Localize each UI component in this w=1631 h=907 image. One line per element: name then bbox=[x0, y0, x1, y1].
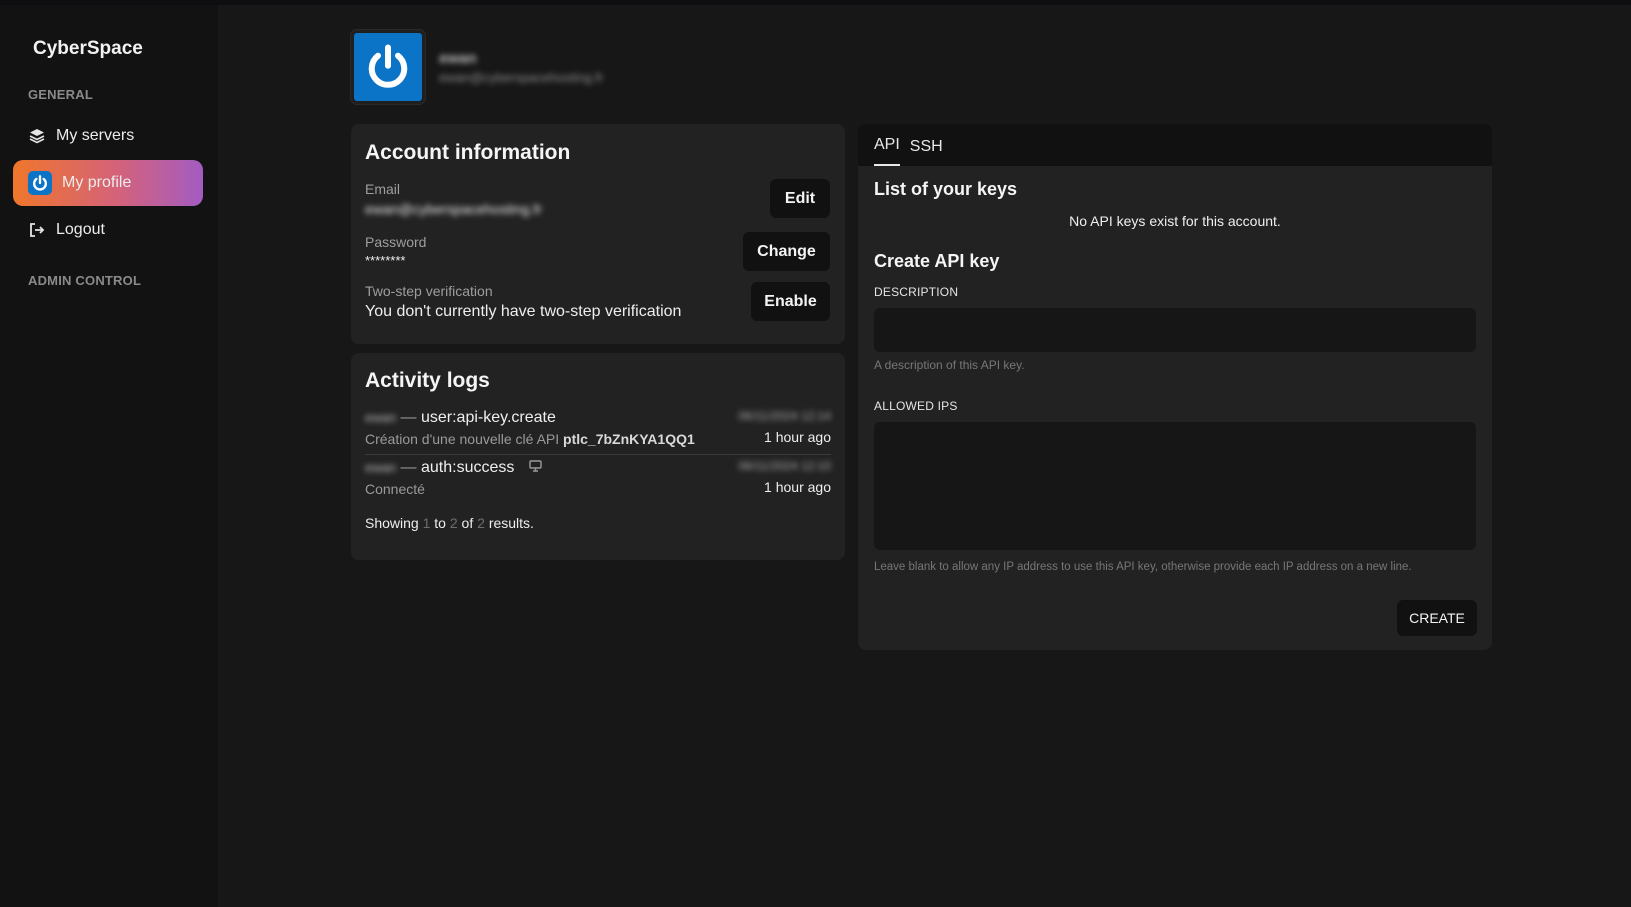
profile-name: ewan bbox=[439, 49, 477, 67]
activity-log-row: ewan — user:api-key.create Création d'un… bbox=[365, 409, 831, 455]
sidebar: CyberSpace GENERAL My servers My profile… bbox=[0, 5, 218, 907]
log-date: 06/11/2024 12:14 bbox=[738, 409, 831, 423]
activity-log-row: ewan — auth:success Connecté 06/11/2024 … bbox=[365, 459, 831, 498]
edit-email-button[interactable]: Edit bbox=[770, 179, 830, 218]
sidebar-item-label: My servers bbox=[56, 127, 135, 144]
keys-tabs: API SSH bbox=[858, 124, 1492, 166]
password-label: Password bbox=[365, 234, 427, 250]
empty-keys-message: No API keys exist for this account. bbox=[1069, 213, 1281, 229]
section-general-label: GENERAL bbox=[28, 87, 93, 102]
allowed-ips-textarea[interactable] bbox=[874, 422, 1476, 550]
api-keys-card: API SSH List of your keys No API keys ex… bbox=[858, 124, 1492, 650]
log-time-ago: 1 hour ago bbox=[764, 429, 831, 445]
tab-ssh[interactable]: SSH bbox=[910, 138, 943, 166]
create-key-title: Create API key bbox=[874, 251, 1000, 271]
activity-logs-card: Activity logs ewan — user:api-key.create… bbox=[351, 353, 845, 560]
log-event: auth:success bbox=[420, 459, 515, 477]
description-input[interactable] bbox=[874, 308, 1476, 352]
twofa-status: You don't currently have two-step verifi… bbox=[365, 303, 682, 320]
change-password-button[interactable]: Change bbox=[743, 232, 830, 271]
description-label: DESCRIPTION bbox=[874, 285, 959, 299]
sidebar-item-my-servers[interactable]: My servers bbox=[13, 113, 203, 159]
log-date: 06/11/2024 12:10 bbox=[738, 459, 831, 473]
log-key-id: ptlc_7bZnKYA1QQ1 bbox=[563, 431, 695, 447]
allowed-ips-hint: Leave blank to allow any IP address to u… bbox=[874, 561, 1412, 573]
power-icon bbox=[368, 44, 408, 88]
pagination-summary: Showing 1 to 2 of 2 results. bbox=[365, 515, 534, 531]
allowed-ips-label: ALLOWED IPS bbox=[874, 399, 958, 413]
description-hint: A description of this API key. bbox=[874, 358, 1025, 372]
log-description: Création d'une nouvelle clé API bbox=[365, 431, 560, 447]
log-user: ewan bbox=[365, 460, 397, 476]
sidebar-item-logout[interactable]: Logout bbox=[13, 207, 203, 253]
power-avatar-icon bbox=[28, 171, 52, 195]
account-info-card: Account information Email ewan@cyberspac… bbox=[351, 124, 845, 344]
profile-header: ewan ewan@cyberspacehosting.fr bbox=[351, 30, 603, 104]
sidebar-item-my-profile[interactable]: My profile bbox=[13, 160, 203, 206]
twofa-label: Two-step verification bbox=[365, 283, 493, 299]
account-info-title: Account information bbox=[365, 141, 571, 164]
log-time-ago: 1 hour ago bbox=[764, 479, 831, 495]
brand-title: CyberSpace bbox=[33, 38, 143, 59]
enable-twofa-button[interactable]: Enable bbox=[751, 282, 830, 321]
activity-logs-title: Activity logs bbox=[365, 369, 490, 392]
sidebar-item-label: Logout bbox=[56, 221, 105, 238]
log-description: Connecté bbox=[365, 481, 425, 498]
keys-list-title: List of your keys bbox=[874, 179, 1018, 199]
section-admin-label: ADMIN CONTROL bbox=[28, 273, 142, 288]
sidebar-item-label: My profile bbox=[62, 174, 132, 191]
email-value: ewan@cyberspacehosting.fr bbox=[365, 201, 542, 217]
monitor-icon bbox=[529, 459, 542, 476]
avatar bbox=[351, 30, 425, 104]
create-api-key-button[interactable]: CREATE bbox=[1397, 600, 1477, 636]
tab-api[interactable]: API bbox=[874, 136, 900, 166]
logout-icon bbox=[28, 221, 46, 239]
top-strip bbox=[0, 0, 1631, 5]
layers-icon bbox=[28, 127, 46, 145]
email-label: Email bbox=[365, 181, 401, 197]
profile-email: ewan@cyberspacehosting.fr bbox=[439, 69, 604, 85]
log-event: user:api-key.create bbox=[420, 409, 556, 426]
log-user: ewan bbox=[365, 410, 397, 425]
password-value: ******** bbox=[365, 253, 406, 268]
